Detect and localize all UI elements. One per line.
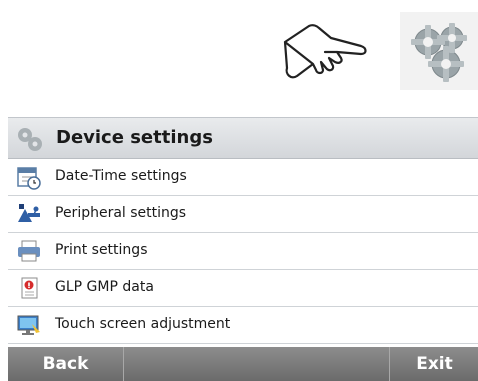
list-item-print[interactable]: Print settings (8, 233, 478, 270)
list-item-label: GLP GMP data (55, 279, 154, 295)
list-item-date-time[interactable]: Date-Time settings (8, 159, 478, 196)
panel-title-bar: Device settings (8, 117, 478, 159)
gears-icon[interactable] (400, 12, 478, 90)
pointing-hand-icon (279, 16, 371, 86)
list-item-touch-screen[interactable]: Touch screen adjustment (8, 307, 478, 344)
usb-icon (16, 201, 42, 227)
list-item-label: Date-Time settings (55, 168, 187, 184)
list-item-label: Peripheral settings (55, 205, 187, 221)
gears-icon (15, 125, 45, 153)
document-icon (16, 275, 42, 301)
calendar-clock-icon (16, 164, 42, 190)
monitor-icon (16, 312, 42, 338)
list-item-peripheral[interactable]: Peripheral settings (8, 196, 478, 233)
exit-button[interactable]: Exit (391, 347, 478, 381)
page-title: Device settings (56, 127, 213, 148)
device-settings-panel: Device settings Date-Time settings Perip… (8, 117, 478, 381)
back-button[interactable]: Back (8, 347, 124, 381)
footer-bar: Back Exit (8, 347, 478, 381)
footer-empty-slot (125, 347, 390, 381)
printer-icon (16, 238, 42, 264)
list-item-label: Touch screen adjustment (55, 316, 231, 332)
list-item-glp-gmp[interactable]: GLP GMP data (8, 270, 478, 307)
list-item-label: Print settings (55, 242, 148, 258)
